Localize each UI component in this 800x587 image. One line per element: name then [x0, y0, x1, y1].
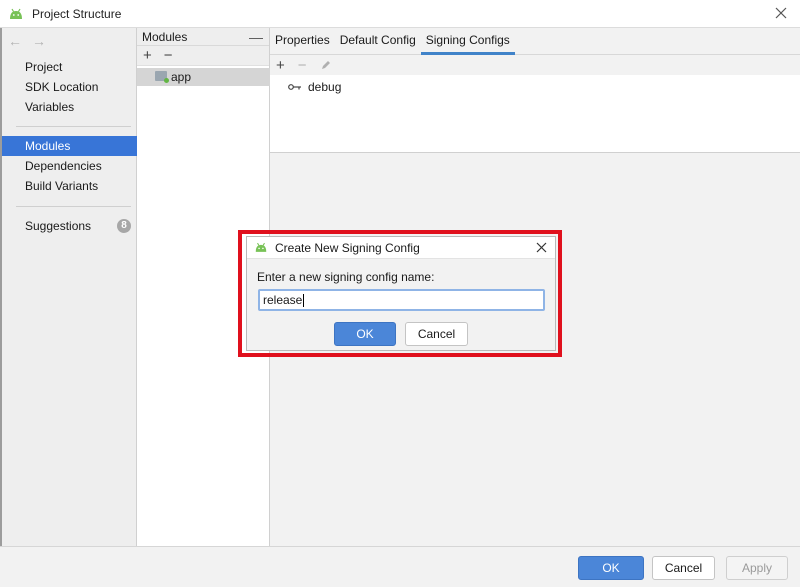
sidebar-item-sdk-location[interactable]: SDK Location — [2, 77, 137, 97]
dialog-cancel-button[interactable]: Cancel — [405, 322, 468, 346]
create-signing-config-dialog: Create New Signing Config Enter a new si… — [246, 236, 556, 351]
tab-bar: Properties Default Config Signing Config… — [270, 28, 800, 55]
sidebar-item-label: SDK Location — [25, 80, 99, 94]
collapse-pane-icon[interactable]: — — [249, 30, 263, 44]
sidebar-item-dependencies[interactable]: Dependencies — [2, 156, 137, 176]
dialog-title: Create New Signing Config — [275, 240, 420, 255]
dialog-ok-button[interactable]: OK — [334, 322, 396, 346]
sidebar-item-label: Dependencies — [25, 159, 102, 173]
sidebar-item-variables[interactable]: Variables — [2, 97, 137, 117]
back-arrow-icon[interactable]: ← — [8, 33, 22, 49]
signing-config-label: debug — [308, 80, 342, 94]
sidebar-item-build-variants[interactable]: Build Variants — [2, 176, 137, 196]
add-signing-config-button[interactable]: + — [276, 57, 285, 74]
module-item-label: app — [171, 70, 192, 84]
dialog-prompt: Enter a new signing config name: — [257, 270, 435, 284]
modules-toolbar: + − — [137, 46, 269, 66]
signing-config-item[interactable]: debug — [288, 80, 341, 94]
module-folder-icon — [155, 71, 169, 83]
ok-button[interactable]: OK — [578, 556, 644, 580]
remove-module-button[interactable]: − — [164, 47, 173, 64]
sidebar-item-label: Suggestions — [25, 219, 92, 233]
tab-signing-configs[interactable]: Signing Configs — [420, 27, 515, 55]
modules-header: Modules — — [137, 28, 269, 46]
signing-toolbar: + − — [270, 55, 800, 75]
sidebar: ← → Project SDK Location Variables Modul… — [2, 28, 137, 546]
tab-properties[interactable]: Properties — [270, 27, 335, 54]
sidebar-item-suggestions[interactable]: Suggestions 8 — [2, 216, 137, 236]
suggestions-count-badge: 8 — [117, 219, 131, 233]
signing-config-name-input[interactable]: release — [258, 289, 545, 311]
android-icon — [10, 8, 22, 19]
signing-config-list: debug — [270, 75, 800, 153]
sidebar-item-label: Variables — [25, 100, 75, 114]
apply-button[interactable]: Apply — [726, 556, 788, 580]
nav-arrows: ← → — [8, 33, 46, 49]
cancel-button[interactable]: Cancel — [652, 556, 715, 580]
close-icon[interactable] — [774, 6, 788, 20]
key-icon — [288, 84, 301, 90]
remove-signing-config-button[interactable]: − — [298, 57, 307, 74]
sidebar-item-label: Project — [25, 60, 63, 74]
sidebar-divider — [16, 126, 131, 127]
sidebar-item-modules[interactable]: Modules — [2, 136, 137, 156]
text-caret — [303, 294, 305, 308]
modules-header-label: Modules — [142, 30, 188, 44]
sidebar-item-label: Build Variants — [25, 179, 99, 193]
sidebar-item-project[interactable]: Project — [2, 57, 137, 77]
dialog-footer: OK Cancel Apply — [0, 546, 800, 587]
sidebar-item-label: Modules — [25, 139, 71, 153]
module-item-app[interactable]: app — [137, 68, 270, 86]
sidebar-divider — [16, 206, 131, 207]
edit-pencil-icon[interactable] — [320, 59, 332, 71]
forward-arrow-icon[interactable]: → — [32, 33, 46, 49]
close-icon[interactable] — [536, 242, 547, 253]
tab-default-config[interactable]: Default Config — [335, 27, 421, 54]
input-value: release — [263, 293, 303, 307]
window-titlebar: Project Structure — [0, 0, 800, 28]
dialog-titlebar: Create New Signing Config — [247, 237, 555, 259]
add-module-button[interactable]: + — [143, 47, 152, 64]
window-title: Project Structure — [32, 6, 122, 21]
android-icon — [255, 242, 267, 252]
